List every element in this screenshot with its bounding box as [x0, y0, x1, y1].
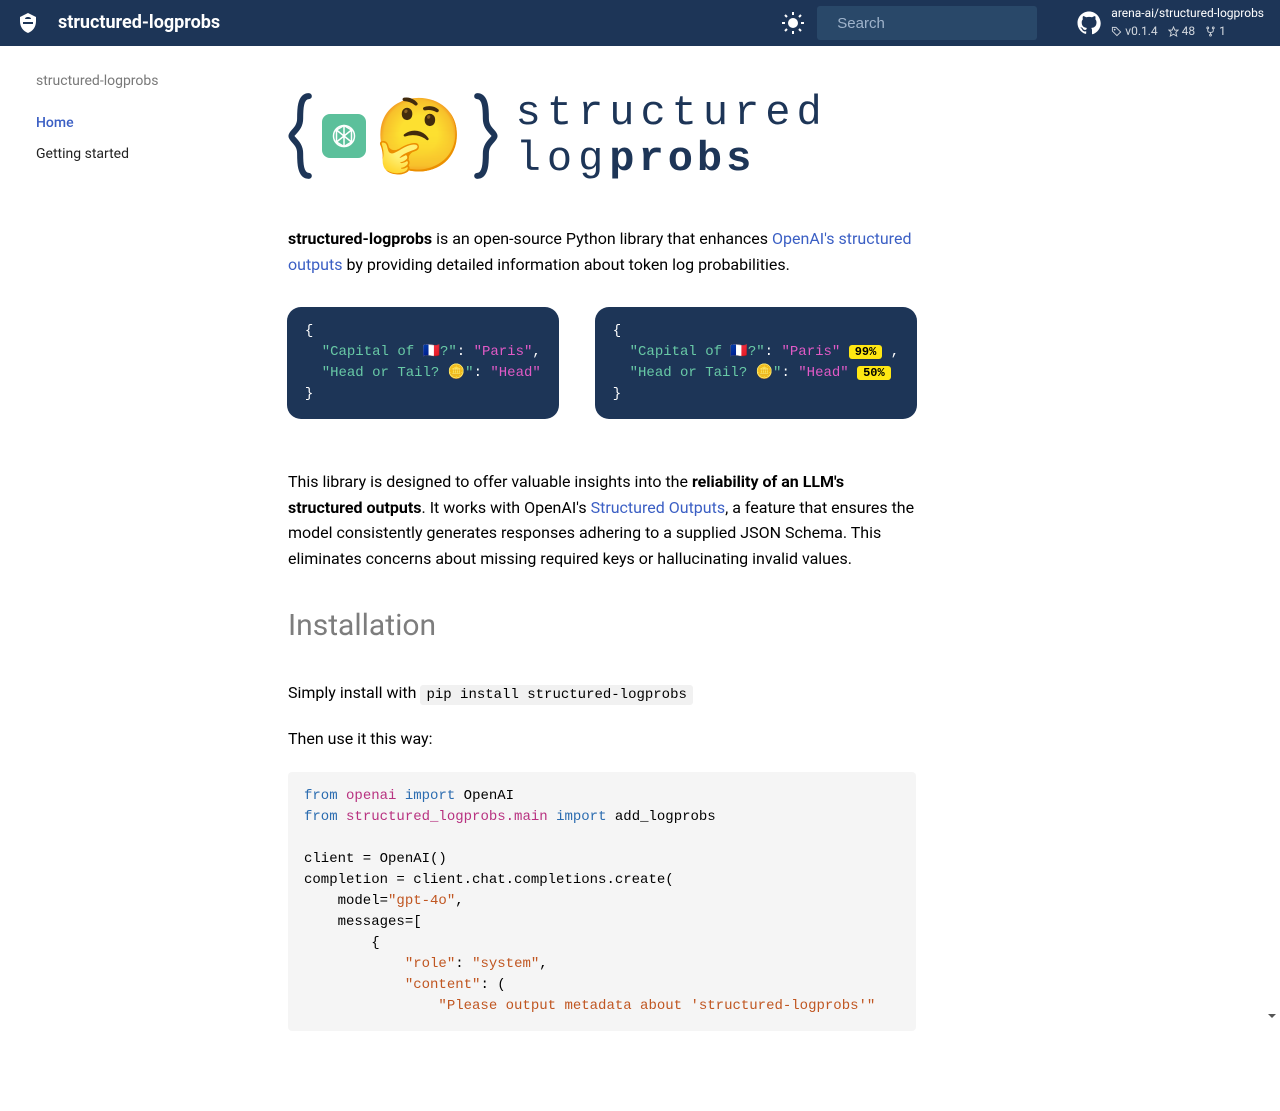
code-example: from openai import OpenAI from structure… — [288, 772, 916, 1031]
install-line: Simply install with pip install structur… — [288, 680, 916, 706]
star-icon — [1168, 26, 1179, 37]
logo-icon[interactable] — [16, 11, 40, 35]
header: structured-logprobs arena-ai/structured-… — [0, 0, 1280, 46]
repo-stars: 48 — [1182, 24, 1196, 40]
diagram: { "Capital of 🇫🇷?": "Paris", "Head or Ta… — [288, 307, 916, 419]
paragraph-reliability: This library is designed to offer valuab… — [288, 469, 916, 571]
github-icon — [1077, 11, 1101, 35]
repo-link[interactable]: arena-ai/structured-logprobs v0.1.4 48 1 — [1077, 6, 1264, 39]
sidebar-item-home[interactable]: Home — [24, 108, 228, 138]
repo-stats: v0.1.4 48 1 — [1111, 24, 1264, 40]
right-brace-icon — [472, 86, 498, 186]
repo-version: v0.1.4 — [1125, 24, 1157, 40]
scroll-down-icon[interactable] — [1266, 1010, 1278, 1022]
tag-icon — [1111, 26, 1122, 37]
hero-text: structured logprobs — [516, 90, 828, 182]
left-brace-icon — [288, 86, 314, 186]
header-title: structured-logprobs — [58, 9, 781, 38]
intro-paragraph: structured-logprobs is an open-source Py… — [288, 226, 916, 277]
thinking-emoji: 🤔 — [374, 100, 464, 172]
sidebar-title: structured-logprobs — [24, 70, 228, 92]
hero-line1: structured — [516, 90, 828, 136]
pct-badge: 99% — [849, 345, 883, 359]
main-content: 🤔 structured logprobs structured-logprob… — [240, 46, 940, 1111]
search-box[interactable] — [817, 6, 1037, 40]
fork-icon — [1205, 26, 1216, 37]
pct-badge: 50% — [857, 366, 891, 380]
installation-heading: Installation — [288, 602, 916, 650]
hero: 🤔 structured logprobs — [288, 86, 916, 186]
repo-forks: 1 — [1219, 24, 1226, 40]
theme-toggle-icon[interactable] — [781, 11, 805, 35]
search-input[interactable] — [837, 15, 1036, 32]
usage-line: Then use it this way: — [288, 726, 916, 752]
sidebar-item-getting-started[interactable]: Getting started — [24, 139, 228, 169]
json-box-right: { "Capital of 🇫🇷?": "Paris" 99% , "Head … — [595, 307, 917, 419]
openai-icon — [322, 114, 366, 158]
structured-outputs-link[interactable]: Structured Outputs — [591, 498, 726, 517]
json-box-left: { "Capital of 🇫🇷?": "Paris", "Head or Ta… — [287, 307, 559, 419]
pip-install-code: pip install structured-logprobs — [420, 685, 692, 705]
sidebar: structured-logprobs Home Getting started — [0, 46, 240, 1111]
repo-name: arena-ai/structured-logprobs — [1111, 6, 1264, 22]
